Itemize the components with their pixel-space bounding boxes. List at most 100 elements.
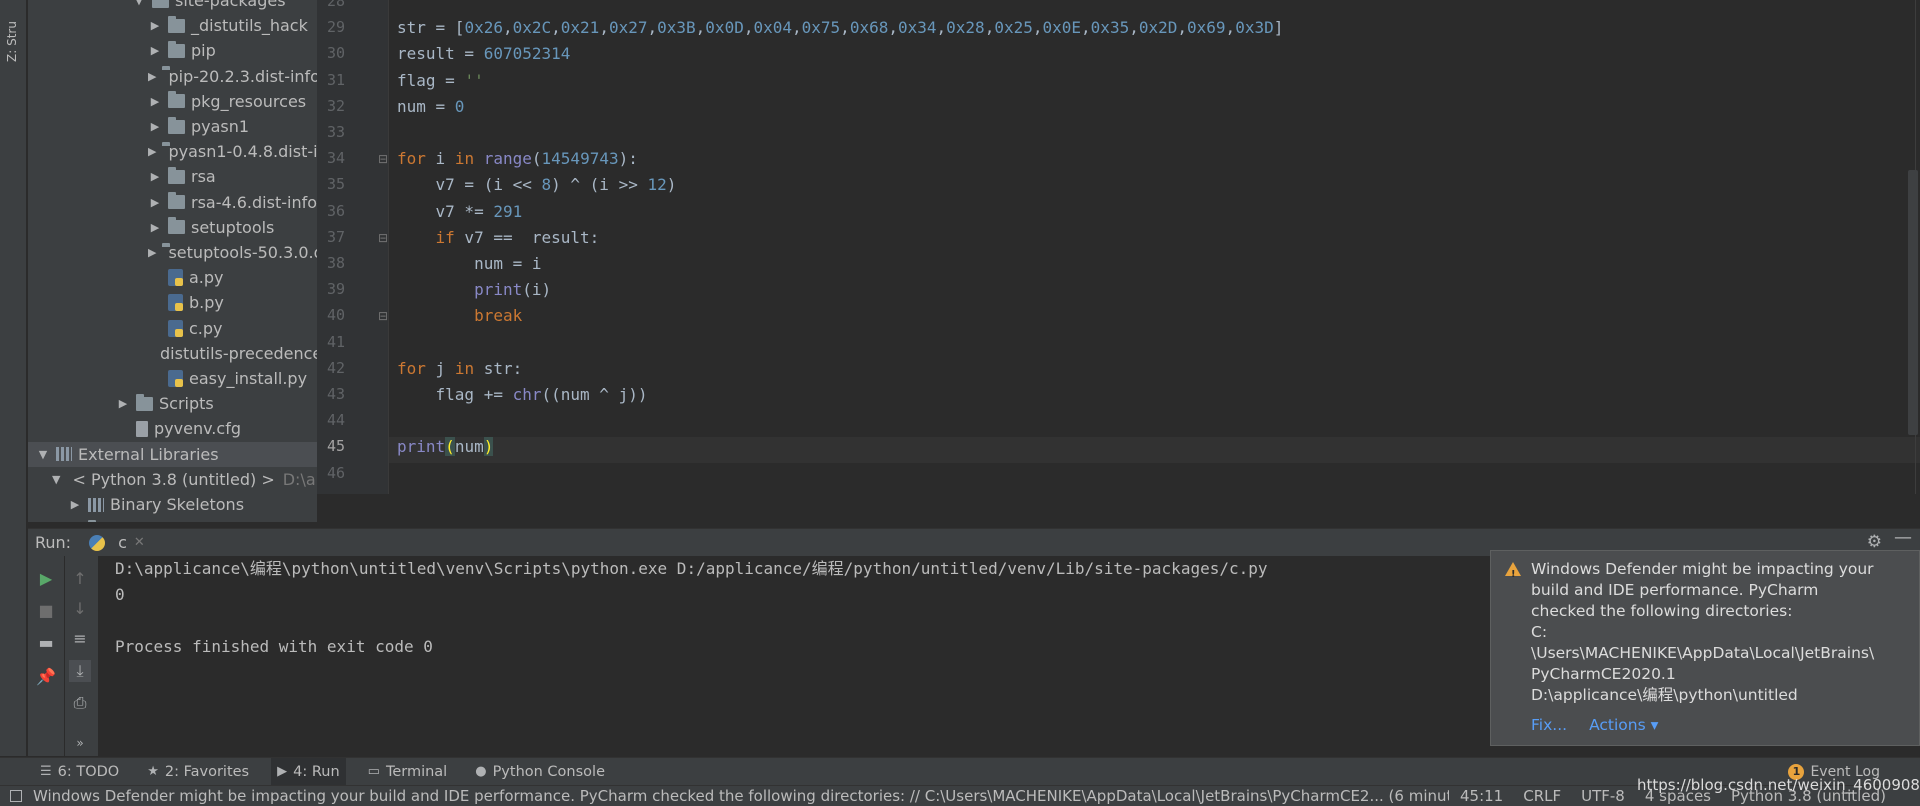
windows-defender-notification: Windows Defender might be impacting your… bbox=[1490, 550, 1920, 746]
code-line: for i in range(14549743): bbox=[397, 149, 638, 169]
more-icon[interactable]: » bbox=[69, 732, 91, 754]
favorites-tool-button[interactable]: ★ 2: Favorites bbox=[141, 758, 255, 786]
line-gutter: 28 29 30 31 32 33 34 ⊟ 35 36 37 ⊟ 38 39 40 ⊟ 41 42 43 44 45 4… bbox=[317, 0, 389, 494]
tree-item-label: pip bbox=[191, 41, 216, 61]
tree-item[interactable]: a.py bbox=[28, 265, 317, 290]
gear-icon[interactable]: ⚙ bbox=[1867, 532, 1882, 552]
fold-marker-icon[interactable]: ⊟ bbox=[378, 152, 388, 166]
todo-tool-button[interactable]: ☰ 6: TODO bbox=[34, 758, 125, 786]
folder-icon bbox=[168, 91, 185, 109]
line-number: 36 bbox=[326, 201, 345, 220]
actions-link[interactable]: Actions ▾ bbox=[1589, 715, 1658, 736]
line-separator[interactable]: CRLF bbox=[1523, 787, 1561, 805]
tree-item[interactable]: ▼ < Python 3.8 (untitled) > D:\applicance bbox=[28, 467, 317, 492]
code-line: v7 = (i << 8) ^ (i >> 12) bbox=[397, 175, 677, 195]
tree-item-path: D:\applicance bbox=[282, 469, 317, 489]
tree-item[interactable]: ▶ pip-20.2.3.dist-info bbox=[28, 64, 317, 89]
rerun-icon[interactable]: ▶ bbox=[35, 568, 57, 590]
tree-item[interactable]: ▼ site-packages bbox=[28, 0, 317, 13]
chevron-down-icon[interactable]: ▼ bbox=[52, 473, 60, 486]
chevron-right-icon[interactable]: ▶ bbox=[148, 221, 162, 234]
tree-item-label: pyasn1-0.4.8.dist-info bbox=[168, 142, 317, 162]
notification-line: build and IDE performance. PyCharm bbox=[1531, 581, 1819, 599]
status-message[interactable]: Windows Defender might be impacting your… bbox=[33, 787, 1449, 805]
python-console-tool-button[interactable]: ● Python Console bbox=[469, 758, 611, 786]
python-file-icon bbox=[168, 269, 183, 287]
soft-wrap-icon[interactable]: ≡ bbox=[69, 628, 91, 650]
fold-marker-icon[interactable]: ⊟ bbox=[378, 309, 388, 323]
chevron-right-icon[interactable]: ▶ bbox=[148, 246, 156, 259]
chevron-right-icon[interactable]: ▶ bbox=[148, 120, 162, 133]
close-icon[interactable]: ✕ bbox=[134, 535, 145, 550]
tree-item[interactable]: ▶ Binary Skeletons bbox=[28, 492, 317, 517]
tree-item-label: b.py bbox=[189, 293, 224, 313]
toggle-tool-windows-icon[interactable] bbox=[10, 790, 22, 802]
console-line: D:\applicance\编程\python\untitled\venv\Sc… bbox=[115, 559, 1268, 578]
up-arrow-icon[interactable]: ↑ bbox=[69, 568, 91, 590]
tree-item-label: Scripts bbox=[159, 394, 214, 414]
print-icon[interactable]: ⎙ bbox=[69, 692, 91, 714]
project-tree[interactable]: ▼ site-packages ▶ _distutils_hack ▶ pip ▶ pip-2… bbox=[28, 0, 317, 522]
code-editor[interactable]: 28 29 30 31 32 33 34 ⊟ 35 36 37 ⊟ 38 39 40 ⊟ 41 42 43 44 45 4… bbox=[317, 0, 1920, 494]
warning-icon bbox=[1505, 562, 1521, 585]
python-icon: ● bbox=[475, 764, 487, 779]
tree-item[interactable]: ▶ pyasn1 bbox=[28, 114, 317, 139]
chevron-right-icon[interactable]: ▶ bbox=[148, 196, 162, 209]
tree-item[interactable]: ▶ setuptools bbox=[28, 215, 317, 240]
code-area[interactable]: str = [0x26,0x2C,0x21,0x27,0x3B,0x0D,0x0… bbox=[397, 0, 1907, 494]
chevron-right-icon[interactable]: ▶ bbox=[68, 498, 82, 511]
line-number: 41 bbox=[326, 332, 345, 351]
chevron-right-icon[interactable]: ▶ bbox=[148, 44, 162, 57]
tree-item[interactable]: ▶ pkg_resources bbox=[28, 89, 317, 114]
tree-item-label: setuptools-50.3.0.dist-info bbox=[168, 243, 317, 262]
tree-item[interactable]: ▶ rsa-4.6.dist-info bbox=[28, 190, 317, 215]
tree-item[interactable]: easy_install.py bbox=[28, 366, 317, 391]
minimize-icon[interactable]: — bbox=[1894, 527, 1912, 548]
scroll-to-end-icon[interactable]: ⤓ bbox=[69, 660, 91, 682]
notification-line: checked the following directories: bbox=[1531, 602, 1793, 620]
tree-item[interactable]: ▶ pyasn1-0.4.8.dist-info bbox=[28, 139, 317, 164]
terminal-tool-button[interactable]: ▭ Terminal bbox=[362, 758, 454, 786]
chevron-right-icon[interactable]: ▶ bbox=[148, 170, 162, 183]
file-encoding[interactable]: UTF-8 bbox=[1581, 787, 1625, 805]
chevron-right-icon[interactable]: ▶ bbox=[116, 397, 130, 410]
tree-item[interactable]: ▼ External Libraries bbox=[28, 441, 317, 467]
tree-item[interactable]: ▶ pip bbox=[28, 38, 317, 63]
folder-icon bbox=[136, 393, 153, 411]
tree-item[interactable]: ▶ rsa bbox=[28, 164, 317, 189]
code-line: for j in str: bbox=[397, 358, 523, 378]
code-line: break bbox=[474, 306, 523, 326]
tree-item[interactable]: c.py bbox=[28, 316, 317, 341]
tree-item[interactable]: ▶ _distutils_hack bbox=[28, 13, 317, 38]
stop-icon[interactable]: ■ bbox=[35, 600, 57, 622]
pin-icon[interactable]: 📌 bbox=[35, 666, 57, 688]
chevron-right-icon[interactable]: ▶ bbox=[148, 70, 156, 83]
fix-link[interactable]: Fix... bbox=[1531, 715, 1567, 736]
tree-item[interactable]: ▶DLLs bbox=[28, 517, 317, 522]
tree-item[interactable]: ▶ Scripts bbox=[28, 391, 317, 416]
layout-icon[interactable]: ▬ bbox=[35, 632, 57, 654]
run-tab-label: c bbox=[118, 533, 127, 552]
tree-item[interactable]: distutils-precedence.pth bbox=[28, 341, 317, 366]
chevron-right-icon[interactable]: ▶ bbox=[148, 95, 162, 108]
console-line: 0 bbox=[115, 585, 125, 604]
caret-position[interactable]: 45:11 bbox=[1460, 787, 1503, 805]
console-output[interactable]: D:\applicance\编程\python\untitled\venv\Sc… bbox=[115, 556, 1268, 660]
code-line: print(i) bbox=[474, 280, 552, 300]
chevron-down-icon[interactable]: ▼ bbox=[132, 0, 146, 7]
down-arrow-icon[interactable]: ↓ bbox=[69, 598, 91, 620]
line-number: 28 bbox=[326, 0, 345, 10]
left-tool-strip: Z: Stru bbox=[0, 0, 27, 756]
run-tab-c[interactable]: c ✕ bbox=[89, 533, 145, 552]
tree-item[interactable]: pyvenv.cfg bbox=[28, 416, 317, 441]
run-tool-button[interactable]: ▶ 4: Run bbox=[271, 757, 346, 786]
editor-scrollbar[interactable] bbox=[1908, 170, 1918, 435]
fold-marker-icon[interactable]: ⊟ bbox=[378, 231, 388, 245]
structure-tool-button[interactable]: Z: Stru bbox=[5, 0, 19, 62]
library-icon bbox=[88, 497, 104, 512]
tree-item[interactable]: b.py bbox=[28, 290, 317, 315]
tree-item[interactable]: ▶ setuptools-50.3.0.dist-info bbox=[28, 240, 317, 265]
chevron-right-icon[interactable]: ▶ bbox=[148, 145, 156, 158]
chevron-right-icon[interactable]: ▶ bbox=[148, 19, 162, 32]
chevron-down-icon[interactable]: ▼ bbox=[36, 448, 50, 461]
